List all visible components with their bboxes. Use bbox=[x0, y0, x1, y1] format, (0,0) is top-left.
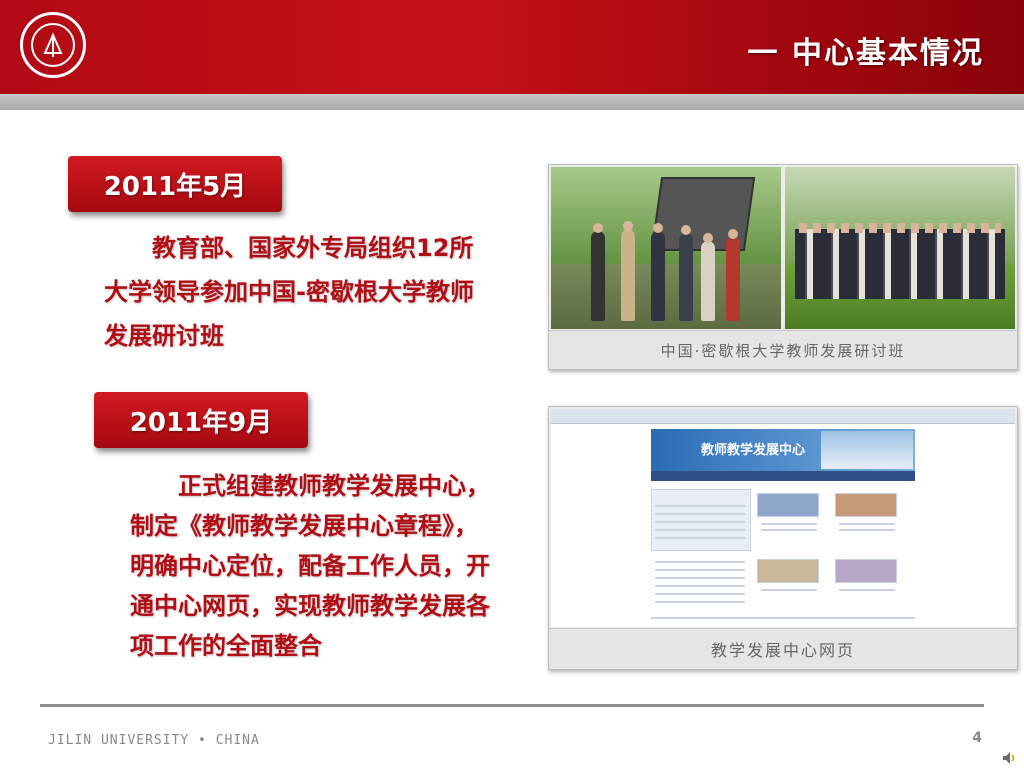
text-line: 项工作的全面整合 bbox=[130, 632, 322, 660]
group-photo-1 bbox=[551, 167, 781, 329]
seminar-photos: 中国·密歇根大学教师发展研讨班 bbox=[548, 164, 1018, 370]
text-line: 明确中心定位，配备工作人员，开 bbox=[130, 552, 490, 580]
website-caption: 教学发展中心网页 bbox=[549, 628, 1017, 669]
website-screenshot: 教师教学发展中心 教学发展中心网页 bbox=[548, 406, 1018, 670]
photo-caption: 中国·密歇根大学教师发展研讨班 bbox=[549, 330, 1017, 369]
speaker-icon[interactable] bbox=[1002, 750, 1018, 764]
section-1-text: 教育部、国家外专局组织12所 大学领导参加中国-密歇根大学教师 发展研讨班 bbox=[104, 226, 474, 358]
text-line: 教育部、国家外专局组织12所 bbox=[104, 234, 474, 262]
header-band bbox=[0, 94, 1024, 110]
date-tab-sep-2011: 2011年9月 bbox=[94, 392, 308, 448]
footer-text: JILIN UNIVERSITY • CHINA bbox=[48, 733, 260, 748]
group-photo-2 bbox=[785, 167, 1015, 329]
webpage-preview: 教师教学发展中心 bbox=[551, 409, 1015, 627]
text-line: 正式组建教师教学发展中心， bbox=[130, 472, 490, 500]
header-bar: 一 中心基本情况 bbox=[0, 0, 1024, 94]
date-tab-may-2011: 2011年5月 bbox=[68, 156, 282, 212]
footer-rule bbox=[40, 704, 984, 707]
page-number: 4 bbox=[972, 730, 982, 746]
section-2-text: 正式组建教师教学发展中心， 制定《教师教学发展中心章程》， 明确中心定位，配备工… bbox=[130, 466, 490, 666]
text-line: 大学领导参加中国-密歇根大学教师 bbox=[104, 278, 474, 306]
banner-title: 教师教学发展中心 bbox=[701, 443, 806, 458]
university-seal-icon bbox=[20, 12, 86, 78]
page-title: 一 中心基本情况 bbox=[747, 36, 984, 71]
text-line: 通中心网页，实现教师教学发展各 bbox=[130, 592, 490, 620]
date-label: 2011年5月 bbox=[103, 171, 247, 202]
date-label: 2011年9月 bbox=[129, 407, 273, 438]
text-line: 发展研讨班 bbox=[104, 322, 224, 350]
text-line: 制定《教师教学发展中心章程》， bbox=[130, 512, 478, 540]
